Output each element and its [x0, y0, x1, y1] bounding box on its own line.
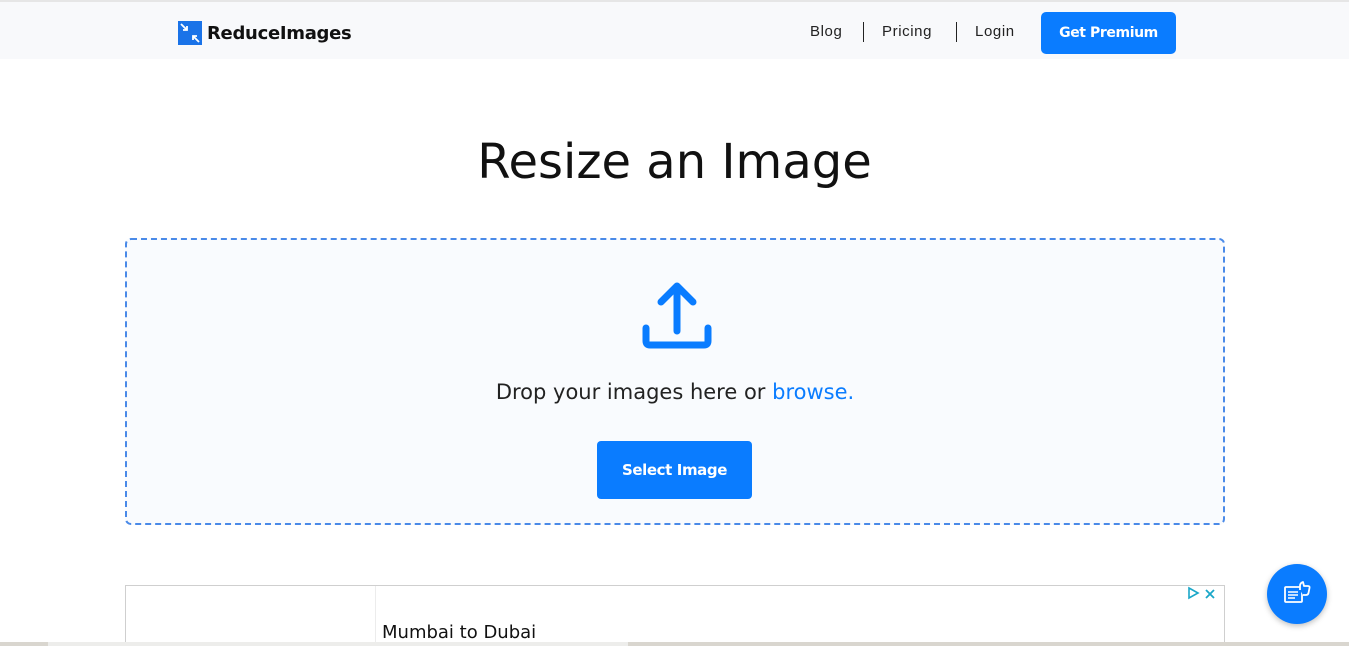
image-dropzone[interactable]: Drop your images here or browse. Select …: [125, 238, 1225, 525]
ad-image-area: [126, 586, 376, 646]
drop-instructions: Drop your images here or browse.: [127, 380, 1223, 404]
nav-divider: [863, 22, 864, 42]
navbar: ReduceImages Blog Pricing Login Get Prem…: [0, 2, 1349, 59]
page-title: Resize an Image: [477, 134, 872, 190]
feedback-button[interactable]: [1267, 564, 1327, 624]
brand-name: ReduceImages: [207, 22, 352, 44]
nav-login[interactable]: Login: [975, 22, 1015, 42]
get-premium-button[interactable]: Get Premium: [1041, 12, 1176, 54]
select-image-button[interactable]: Select Image: [597, 441, 752, 499]
close-icon[interactable]: [1204, 587, 1216, 603]
drop-text: Drop your images here or: [495, 380, 773, 404]
nav-blog[interactable]: Blog: [810, 22, 842, 42]
feedback-icon: [1282, 578, 1312, 611]
ad-choices[interactable]: [1186, 586, 1216, 603]
advertisement[interactable]: Mumbai to Dubai: [125, 585, 1225, 646]
nav-pricing[interactable]: Pricing: [882, 22, 932, 42]
nav-divider: [956, 22, 957, 42]
browse-link[interactable]: browse.: [772, 380, 854, 404]
bottom-edge-segment: [48, 642, 628, 646]
ad-choices-icon[interactable]: [1186, 586, 1200, 603]
ad-title[interactable]: Mumbai to Dubai: [382, 622, 536, 643]
logo-icon: [178, 21, 202, 45]
upload-icon: [642, 281, 712, 351]
brand-logo[interactable]: ReduceImages: [178, 20, 352, 46]
